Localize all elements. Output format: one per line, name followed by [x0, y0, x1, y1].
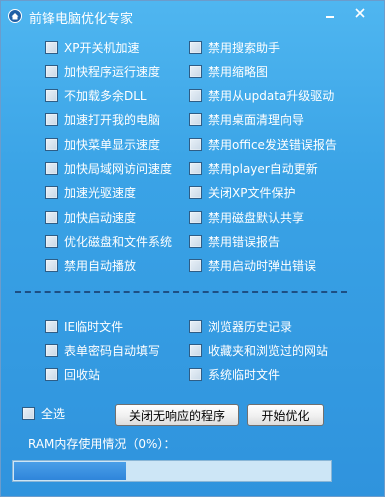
option-label: 不加载多余DLL [64, 89, 147, 104]
checkbox-box[interactable] [22, 406, 35, 420]
option-label: 禁用从updata升级驱动 [208, 89, 335, 104]
checkbox-box[interactable] [45, 186, 58, 200]
option-label: IE临时文件 [64, 319, 124, 334]
option-label: 加速光驱速度 [64, 186, 137, 201]
option-checkbox-item[interactable]: 表单密码自动填写 [45, 341, 160, 359]
checkbox-box[interactable] [189, 259, 202, 273]
option-checkbox-item[interactable]: 禁用桌面清理向导 [189, 111, 304, 129]
option-checkbox-item[interactable]: 加快菜单显示速度 [45, 135, 160, 153]
option-checkbox-item[interactable]: 禁用自动播放 [45, 257, 136, 275]
start-optimize-button[interactable]: 开始优化 [247, 404, 324, 426]
checkbox-box[interactable] [45, 40, 58, 54]
checkbox-box[interactable] [189, 343, 202, 357]
option-checkbox-item[interactable]: 不加载多余DLL [45, 87, 147, 105]
option-checkbox-item[interactable]: 禁用从updata升级驱动 [189, 87, 334, 105]
option-label: 加快菜单显示速度 [64, 137, 161, 152]
option-label: 禁用缩略图 [208, 64, 269, 79]
select-all-label: 全选 [41, 406, 66, 421]
option-checkbox-item[interactable]: 加快局域网访问速度 [45, 160, 172, 178]
checkbox-box[interactable] [45, 343, 58, 357]
option-checkbox-item[interactable]: 系统临时文件 [189, 366, 280, 384]
checkbox-box[interactable] [45, 368, 58, 382]
main-window: 前锋电脑优化专家 XP开关机加速加快程序运行速度 不加载多余DLL 加速打开我的电脑… [0, 0, 385, 497]
ram-progress-fill [14, 462, 126, 480]
checkbox-box[interactable] [189, 210, 202, 224]
option-checkbox-item[interactable]: 加速光驱速度 [45, 184, 136, 202]
option-checkbox-item[interactable]: 禁用磁盘默认共享 [189, 208, 304, 226]
checkbox-box[interactable] [189, 137, 202, 151]
close-button[interactable] [349, 4, 371, 22]
option-label: 表单密码自动填写 [64, 343, 161, 358]
option-checkbox-item[interactable]: 禁用player自动更新 [189, 160, 318, 178]
section-divider [15, 291, 347, 293]
minimize-button[interactable] [319, 4, 341, 22]
option-label: 关闭XP文件保护 [208, 186, 296, 201]
option-label: 优化磁盘和文件系统 [64, 234, 173, 249]
checkbox-box[interactable] [189, 40, 202, 54]
option-checkbox-item[interactable]: XP开关机加速 [45, 38, 139, 56]
option-label: 禁用搜索助手 [208, 40, 281, 55]
checkbox-box[interactable] [45, 162, 58, 175]
title-bar[interactable]: 前锋电脑优化专家 [1, 1, 384, 31]
ram-status-label: RAM内存使用情况（0%）： [28, 437, 176, 451]
checkbox-box[interactable] [45, 259, 58, 273]
option-checkbox-item[interactable]: 禁用启动时弹出错误 [189, 257, 316, 275]
option-checkbox-item[interactable]: 禁用缩略图 [189, 62, 268, 80]
checkbox-box[interactable] [189, 319, 202, 333]
option-label: 回收站 [64, 368, 101, 383]
checkbox-box[interactable] [189, 186, 202, 200]
option-checkbox-item[interactable]: 禁用搜索助手 [189, 38, 280, 56]
house-icon [8, 9, 22, 23]
option-label: 系统临时文件 [208, 368, 281, 383]
checkbox-box[interactable] [189, 89, 202, 103]
select-all-checkbox[interactable]: 全选 [22, 404, 65, 422]
checkbox-box[interactable] [189, 113, 202, 127]
option-label: 浏览器历史记录 [208, 319, 293, 334]
option-label: XP开关机加速 [64, 40, 140, 55]
option-label: 禁用office发送错误报告 [208, 137, 337, 152]
checkbox-box[interactable] [45, 137, 58, 151]
option-checkbox-item[interactable]: 浏览器历史记录 [189, 317, 292, 335]
close-unresponsive-button[interactable]: 关闭无响应的程序 [115, 404, 239, 426]
minimize-icon [326, 16, 334, 18]
option-label: 加快局域网访问速度 [64, 162, 173, 176]
checkbox-box[interactable] [189, 162, 202, 175]
option-checkbox-item[interactable]: 回收站 [45, 366, 100, 384]
option-label: 收藏夹和浏览过的网站 [208, 343, 329, 358]
option-label: 禁用磁盘默认共享 [208, 210, 305, 225]
option-checkbox-item[interactable]: 禁用错误报告 [189, 232, 280, 250]
checkbox-box[interactable] [45, 210, 58, 224]
option-label: 禁用player自动更新 [208, 162, 318, 176]
checkbox-box[interactable] [45, 319, 58, 333]
option-label: 禁用桌面清理向导 [208, 113, 305, 128]
option-label: 禁用自动播放 [64, 259, 137, 274]
option-label: 禁用启动时弹出错误 [208, 259, 317, 274]
checkbox-box[interactable] [45, 64, 58, 78]
option-label: 加快启动速度 [64, 210, 137, 225]
checkbox-box[interactable] [45, 113, 58, 127]
option-checkbox-item[interactable]: 收藏夹和浏览过的网站 [189, 341, 328, 359]
checkbox-box[interactable] [189, 234, 202, 248]
checkbox-box[interactable] [45, 234, 58, 248]
checkbox-box[interactable] [189, 368, 202, 382]
option-checkbox-item[interactable]: 加快程序运行速度 [45, 62, 160, 80]
option-label: 加速打开我的电脑 [64, 113, 161, 128]
option-checkbox-item[interactable]: 加快启动速度 [45, 208, 136, 226]
checkbox-box[interactable] [45, 89, 58, 103]
option-label: 加快程序运行速度 [64, 64, 161, 79]
option-checkbox-item[interactable]: 加速打开我的电脑 [45, 111, 160, 129]
option-checkbox-item[interactable]: 关闭XP文件保护 [189, 184, 295, 202]
option-checkbox-item[interactable]: IE临时文件 [45, 317, 123, 335]
close-icon [355, 8, 365, 18]
option-checkbox-item[interactable]: 优化磁盘和文件系统 [45, 232, 172, 250]
option-checkbox-item[interactable]: 禁用office发送错误报告 [189, 135, 337, 153]
option-label: 禁用错误报告 [208, 234, 281, 249]
ram-progress-bar [12, 460, 332, 482]
checkbox-box[interactable] [189, 64, 202, 78]
window-title: 前锋电脑优化专家 [29, 12, 134, 27]
